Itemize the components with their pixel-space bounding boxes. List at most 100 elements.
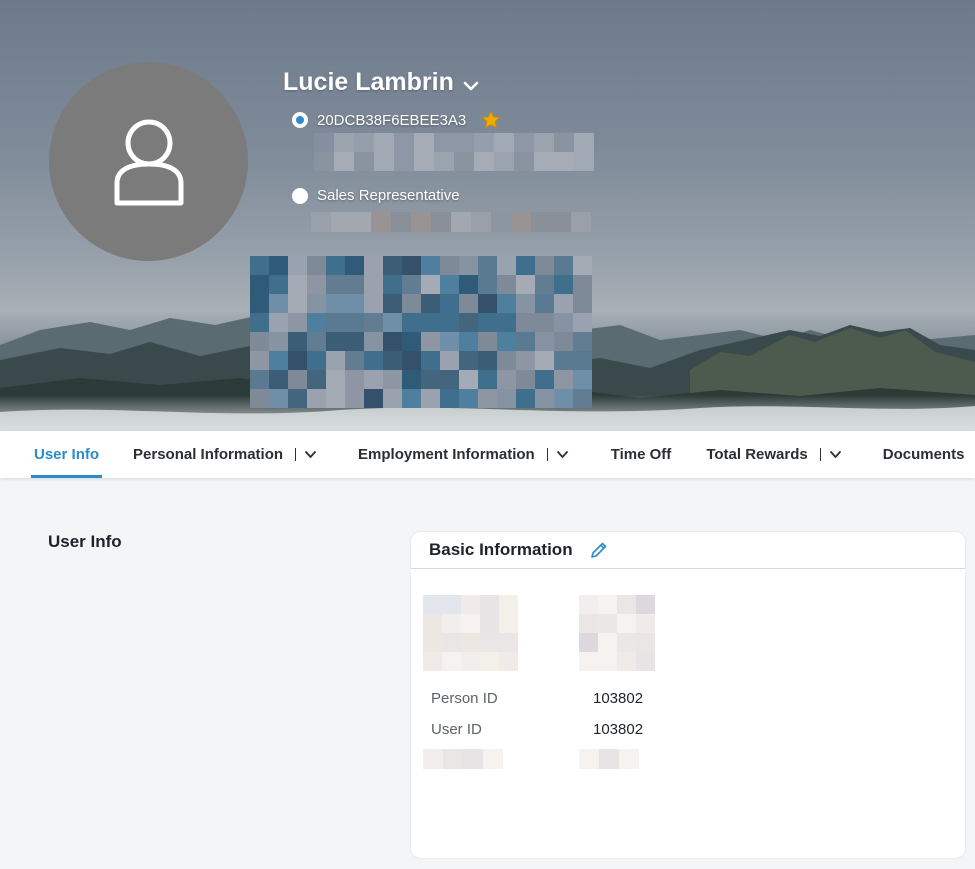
redacted-pixel [474,152,494,171]
redacted-pixel [250,332,269,351]
redacted-pixel [314,152,334,171]
redacted-pixel [383,313,402,332]
chevron-down-icon[interactable] [829,448,842,461]
redacted-pixel [459,294,478,313]
redacted-pixel [442,595,461,614]
redacted-pixel [478,294,497,313]
redacted-pixel [383,275,402,294]
tab-label: Time Off [610,446,672,463]
redacted-pixel [440,275,459,294]
redacted-pixel [497,275,516,294]
redacted-pixel [516,370,535,389]
tab-separator [295,448,297,461]
redacted-location-block [250,256,592,408]
redacted-pixel [499,595,518,614]
redacted-job-detail-2 [311,212,591,232]
redacted-pixel [535,275,554,294]
redacted-pixel [573,313,592,332]
redacted-pixel [443,749,463,769]
redacted-pixel [391,212,411,232]
redacted-pixel [573,294,592,313]
tab-user-info[interactable]: User Info [30,431,103,478]
redacted-pixel [451,212,471,232]
redacted-pixel [307,294,326,313]
job-radio-unselected[interactable] [292,187,308,204]
redacted-pixel [371,212,391,232]
redacted-pixel [598,633,617,652]
redacted-pixel [459,275,478,294]
redacted-pixel [497,256,516,275]
tab-label: Personal Information [133,446,284,463]
redacted-pixel [288,294,307,313]
redacted-pixel [554,370,573,389]
redacted-pixel [326,351,345,370]
redacted-pixel [345,275,364,294]
employee-name-menu[interactable]: Lucie Lambrin [283,68,480,97]
redacted-pixel [364,370,383,389]
redacted-pixel [351,212,371,232]
tab-employment-information[interactable]: Employment Information [358,431,569,478]
redacted-pixel [554,351,573,370]
redacted-pixel [345,332,364,351]
redacted-field-label [423,595,518,671]
redacted-pixel [250,313,269,332]
redacted-pixel [364,389,383,408]
user-silhouette-icon [114,119,183,205]
redacted-pixel [551,212,571,232]
redacted-pixel [463,749,483,769]
redacted-pixel [326,332,345,351]
job-option-2[interactable]: Sales Representative [292,187,460,204]
redacted-pixel [636,652,655,671]
job-option-1[interactable]: 20DCB38F6EBEE3A3 [292,110,501,130]
redacted-pixel [434,133,454,152]
star-icon [481,110,501,129]
redacted-pixel [250,370,269,389]
redacted-pixel [383,351,402,370]
chevron-down-icon[interactable] [556,448,569,461]
profile-avatar[interactable] [49,62,248,261]
chevron-down-icon[interactable] [304,448,317,461]
redacted-pixel [364,275,383,294]
tab-label: Total Rewards [706,446,808,463]
redacted-pixel [478,332,497,351]
tab-personal-information[interactable]: Personal Information [133,431,317,478]
redacted-pixel [314,133,334,152]
redacted-field-label [423,749,503,769]
tab-total-rewards[interactable]: Total Rewards [706,431,841,478]
redacted-pixel [334,133,354,152]
redacted-pixel [250,294,269,313]
section-title: User Info [48,532,122,551]
redacted-pixel [354,133,374,152]
redacted-pixel [383,332,402,351]
redacted-field-value [579,749,639,769]
redacted-pixel [269,351,288,370]
tab-separator [546,448,548,461]
redacted-pixel [579,633,598,652]
redacted-pixel [554,256,573,275]
tab-documents[interactable]: Documents [883,431,965,478]
field-value: 103802 [593,721,644,738]
job-radio-selected[interactable] [292,112,308,128]
redacted-pixel [554,275,573,294]
redacted-pixel [269,256,288,275]
tab-label: Documents [882,446,965,463]
redacted-pixel [334,152,354,171]
pencil-icon[interactable] [589,540,609,560]
redacted-pixel [307,332,326,351]
redacted-pixel [288,313,307,332]
redacted-pixel [423,652,442,671]
redacted-pixel [423,749,443,769]
redacted-pixel [288,389,307,408]
field-person-id: Person ID 103802 [431,690,643,707]
redacted-pixel [480,633,499,652]
tab-time-off[interactable]: Time Off [611,431,672,478]
redacted-pixel [414,133,434,152]
redacted-pixel [636,595,655,614]
redacted-pixel [636,633,655,652]
redacted-pixel [288,351,307,370]
redacted-pixel [421,332,440,351]
redacted-pixel [497,332,516,351]
redacted-pixel [579,749,599,769]
redacted-pixel [374,133,394,152]
redacted-pixel [326,313,345,332]
